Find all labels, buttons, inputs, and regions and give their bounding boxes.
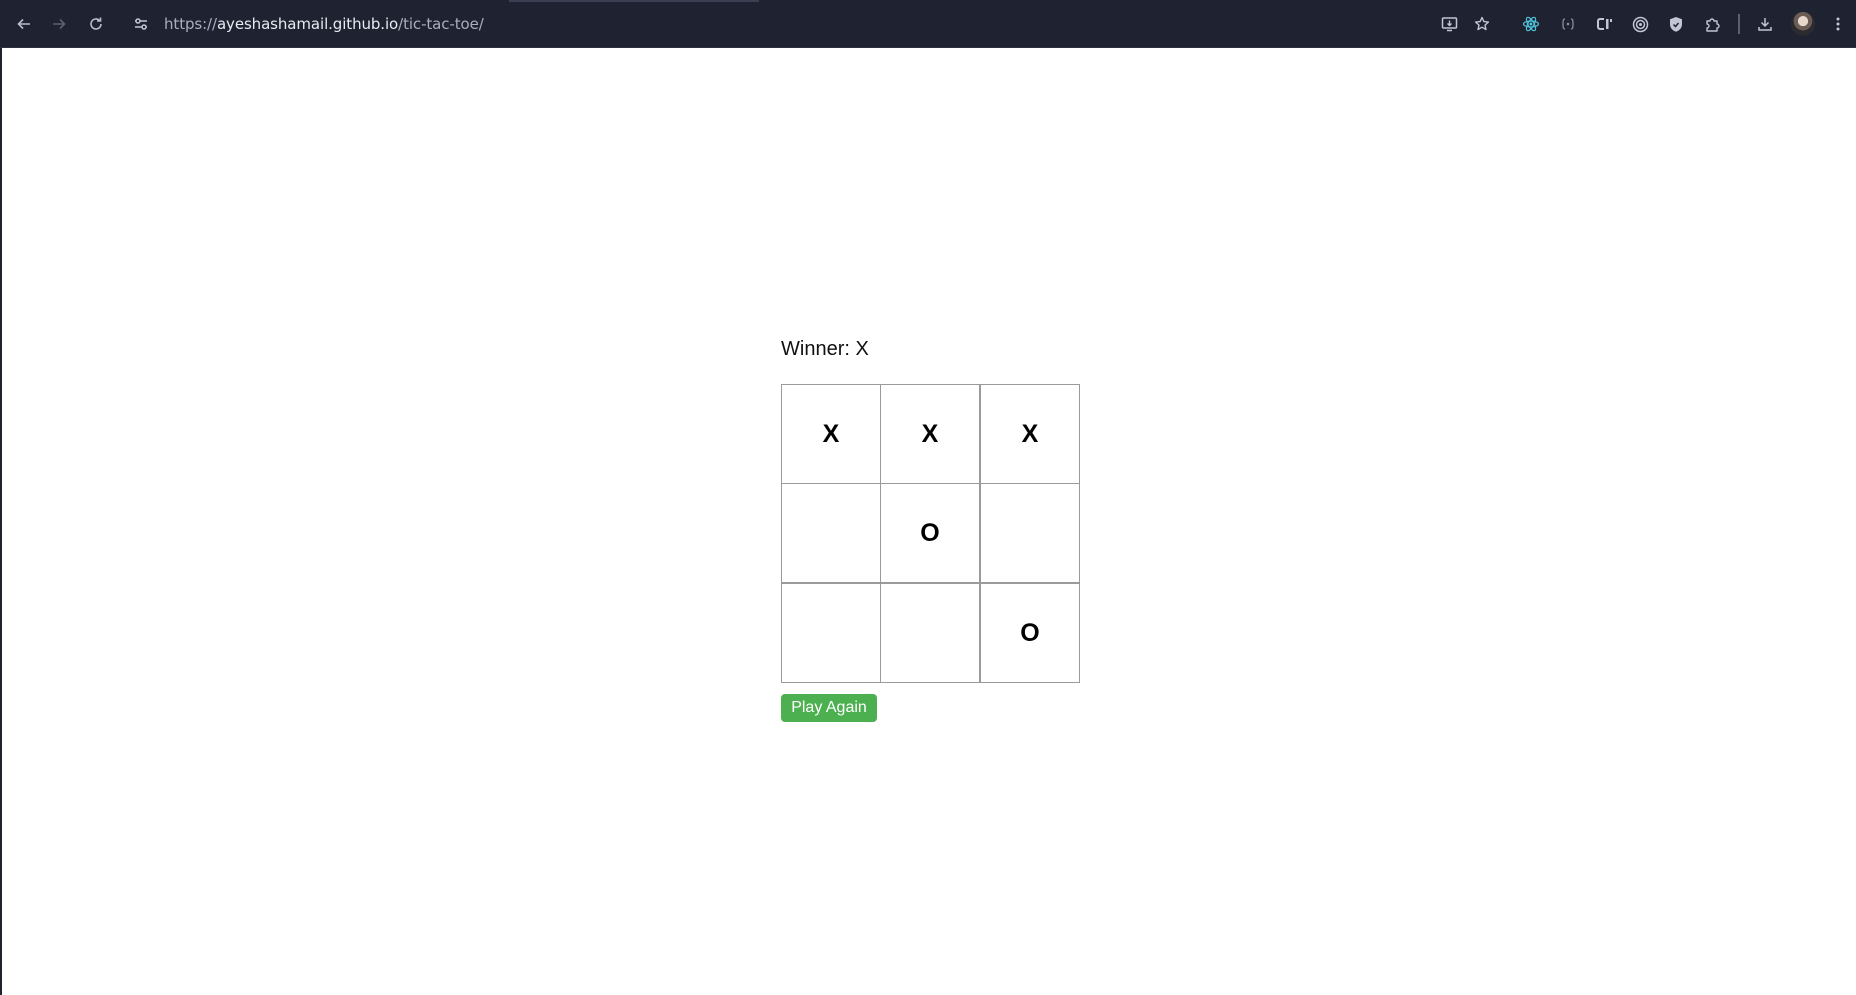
board-cell-4[interactable]: O (880, 483, 980, 583)
toolbar-divider (1738, 14, 1740, 34)
board-cell-7[interactable] (880, 583, 980, 683)
play-again-button[interactable]: Play Again (781, 694, 877, 722)
board-cell-0[interactable]: X (781, 384, 881, 484)
reload-icon (90, 17, 102, 30)
kebab-menu-icon (1836, 17, 1840, 31)
puzzle-icon (1705, 17, 1720, 32)
install-app-icon (1441, 17, 1457, 32)
extension-target-button[interactable] (1628, 12, 1652, 36)
download-icon (1758, 18, 1772, 31)
browser-toolbar: https://ayeshashamail.github.io/tic-tac-… (0, 0, 1856, 48)
star-icon (1474, 16, 1490, 31)
extension-brackets-icon (1562, 18, 1574, 30)
url-scheme: https:// (164, 15, 217, 33)
game-board: X X X O O (781, 384, 1081, 684)
game-status: Winner: X (781, 338, 869, 360)
board-cell-5[interactable] (980, 483, 1080, 583)
extension-brackets-button[interactable] (1556, 12, 1580, 36)
bookmark-button[interactable] (1470, 12, 1494, 36)
downloads-button[interactable] (1753, 12, 1777, 36)
url-path: /tic-tac-toe/ (398, 15, 484, 33)
site-info-button[interactable] (126, 9, 156, 39)
extensions-menu-button[interactable] (1700, 12, 1724, 36)
extension-shield-button[interactable] (1664, 12, 1688, 36)
install-app-button[interactable] (1437, 12, 1461, 36)
reload-button[interactable] (84, 12, 108, 36)
board-cell-3[interactable] (781, 483, 881, 583)
extension-ci-button[interactable] (1592, 12, 1616, 36)
board-cell-8[interactable]: O (980, 583, 1080, 683)
url-text[interactable]: https://ayeshashamail.github.io/tic-tac-… (164, 15, 484, 33)
forward-button[interactable] (47, 12, 71, 36)
react-devtools-icon (1522, 16, 1540, 32)
site-controls-icon (135, 18, 147, 30)
react-devtools-button[interactable] (1519, 12, 1543, 36)
extension-shield-icon (1670, 16, 1682, 32)
browser-menu-button[interactable] (1826, 12, 1850, 36)
board-cell-2[interactable]: X (980, 384, 1080, 484)
forward-arrow-icon (53, 18, 66, 30)
extension-ci-icon (1597, 18, 1612, 30)
back-button[interactable] (12, 12, 36, 36)
board-cell-1[interactable]: X (880, 384, 980, 484)
back-arrow-icon (17, 18, 30, 30)
address-bar[interactable]: https://ayeshashamail.github.io/tic-tac-… (124, 7, 1504, 41)
url-host: ayeshashamail.github.io (216, 15, 399, 33)
extension-target-icon (1632, 16, 1648, 32)
profile-avatar[interactable] (1791, 12, 1815, 36)
board-cell-6[interactable] (781, 583, 881, 683)
window-edge (0, 48, 2, 995)
active-tab-indicator (509, 0, 759, 2)
